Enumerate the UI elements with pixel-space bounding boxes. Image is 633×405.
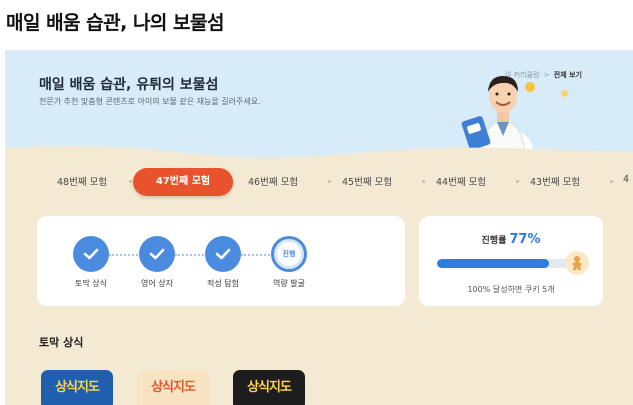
content-thumbnail[interactable]: 상식지도 — [41, 370, 113, 405]
in-progress-badge: 진행 — [271, 236, 307, 272]
section-title: 토막 상식 — [39, 336, 84, 349]
progress-card: 진행률 77% 100% 달성하면 쿠키 5개 — [419, 216, 603, 306]
step-label: 토막 상식 — [75, 279, 107, 288]
breadcrumb-separator: > — [543, 71, 550, 79]
progress-bar — [437, 259, 583, 268]
progress-label: 진행률 — [481, 236, 507, 246]
progress-percent: 77% — [509, 232, 541, 247]
step-aptitude[interactable]: 적성 탐험 — [193, 236, 253, 289]
progress-title: 진행률 77% — [419, 232, 603, 247]
thumbnail-title: 상식지도 — [55, 380, 100, 395]
step-competency[interactable]: 진행 역량 발굴 — [259, 236, 319, 289]
round-divider — [422, 180, 425, 183]
step-trivia[interactable]: 토막 상식 — [61, 236, 121, 289]
check-icon — [73, 236, 109, 272]
steps-card: 토막 상식 영어 상자 적성 탐험 진행 역량 발굴 — [37, 216, 405, 306]
step-label: 역량 발굴 — [273, 279, 305, 288]
curriculum-breadcrumb: 이 커리큘럼 > 전체 보기 — [505, 70, 582, 80]
round-divider — [610, 180, 613, 183]
view-all-link[interactable]: 전체 보기 — [554, 71, 582, 79]
round-divider — [516, 180, 519, 183]
step-label: 영어 상자 — [141, 279, 173, 288]
thumbnail-title: 상식지도 — [151, 380, 196, 395]
coin-icon — [525, 82, 535, 92]
thumbnail-title: 상식지도 — [247, 380, 292, 395]
round-tabs: 48번째 모험 47번째 모험 46번째 모험 45번째 모험 44번째 모험 … — [5, 168, 633, 196]
coin-icon — [561, 90, 568, 97]
round-tab[interactable]: 43번째 모험 — [530, 174, 580, 188]
hero-subtitle: 전문가 추천 맞춤형 콘텐츠로 아이의 보물 같은 재능을 길러주세요. — [39, 97, 261, 106]
hero-title: 매일 배움 습관, 유튀의 보물섬 — [39, 77, 219, 93]
round-tab-partial[interactable]: 4 — [623, 174, 629, 185]
step-label: 적성 탐험 — [207, 279, 239, 288]
round-tab[interactable]: 44번째 모험 — [436, 174, 486, 188]
page-title: 매일 배움 습관, 나의 보물섬 — [6, 12, 224, 34]
round-divider — [328, 180, 331, 183]
step-english-box[interactable]: 영어 상자 — [127, 236, 187, 289]
progress-bar-fill — [437, 259, 550, 268]
content-thumbnail[interactable]: 상식지도 — [233, 370, 305, 405]
treasure-island-panel: 매일 배움 습관, 유튀의 보물섬 전문가 추천 맞춤형 콘텐츠로 아이의 보물… — [5, 50, 633, 405]
round-tab-active[interactable]: 47번째 모험 — [133, 168, 233, 196]
round-tab[interactable]: 45번째 모험 — [342, 174, 392, 188]
check-icon — [205, 236, 241, 272]
round-tab[interactable]: 48번째 모험 — [57, 174, 107, 188]
content-thumbnail[interactable]: 상식지도 — [137, 370, 209, 405]
curriculum-link[interactable]: 이 커리큘럼 — [505, 71, 539, 79]
check-icon — [139, 236, 175, 272]
round-tab[interactable]: 46번째 모험 — [248, 174, 298, 188]
round-divider — [129, 180, 132, 183]
progress-note: 100% 달성하면 쿠키 5개 — [467, 285, 555, 294]
cookie-icon — [565, 251, 589, 275]
